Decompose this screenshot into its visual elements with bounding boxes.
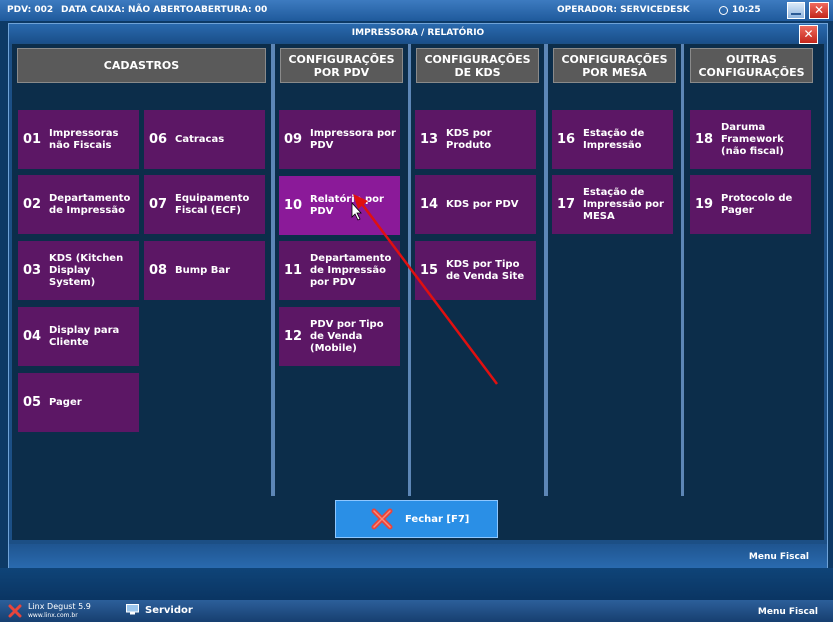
tile-number: 05 <box>23 395 42 410</box>
tile-number: 03 <box>23 263 42 278</box>
tile-number: 01 <box>23 132 42 147</box>
impressora-relatorio-dialog: IMPRESSORA / RELATÓRIO ✕ CADASTROS CONFI… <box>8 23 828 570</box>
tile-number: 11 <box>284 263 303 278</box>
config-grid: CADASTROS CONFIGURAÇÕES POR PDV CONFIGUR… <box>12 44 824 514</box>
dialog-footer: Menu Fiscal <box>9 544 827 569</box>
tile-departamento-por-pdv[interactable]: 11 Departamento de Impressão por PDV <box>279 241 400 300</box>
taskbar-menu-fiscal[interactable]: Menu Fiscal <box>758 607 818 617</box>
tile-number: 12 <box>284 329 303 344</box>
window-close-button[interactable]: ✕ <box>809 2 829 19</box>
tile-number: 16 <box>557 132 576 147</box>
tile-kds-por-produto[interactable]: 13 KDS por Produto <box>415 110 536 169</box>
tile-kds-por-pdv[interactable]: 14 KDS por PDV <box>415 175 536 234</box>
dialog-close-button[interactable]: ✕ <box>799 25 818 44</box>
tile-label: Pager <box>49 396 82 408</box>
tile-label: KDS por Tipo de Venda Site <box>446 258 525 282</box>
status-bar: PDV: 002 DATA CAIXA: NÃO ABERTO ABERTURA… <box>0 0 833 21</box>
app-name: Linx Degust 5.9 <box>28 602 91 611</box>
column-header-cadastros: CADASTROS <box>17 48 266 83</box>
tile-number: 10 <box>284 198 303 213</box>
clock-time: 10:25 <box>732 5 761 15</box>
tile-bump-bar[interactable]: 08 Bump Bar <box>144 241 265 300</box>
tile-number: 15 <box>420 263 439 278</box>
tile-relatorio-por-pdv[interactable]: 10 Relatório por PDV <box>279 176 400 235</box>
tile-label: Relatório por PDV <box>310 193 384 217</box>
tile-label: Equipamento Fiscal (ECF) <box>175 192 250 216</box>
tile-number: 14 <box>420 197 439 212</box>
clock-icon <box>719 6 728 15</box>
servidor-button[interactable]: Servidor <box>145 605 193 616</box>
tile-daruma-framework[interactable]: 18 Daruma Framework (não fiscal) <box>690 110 811 169</box>
tile-kds[interactable]: 03 KDS (Kitchen Display System) <box>18 241 139 300</box>
menu-fiscal-link[interactable]: Menu Fiscal <box>749 552 809 562</box>
data-caixa-status: DATA CAIXA: NÃO ABERTO <box>61 5 194 15</box>
tile-number: 07 <box>149 197 168 212</box>
tile-label: Impressoras não Fiscais <box>49 127 119 151</box>
column-header-outras: OUTRAS CONFIGURAÇÕES <box>690 48 813 83</box>
column-header-config-kds: CONFIGURAÇÕES DE KDS <box>416 48 539 83</box>
tile-label: Impressora por PDV <box>310 127 396 151</box>
tile-label: KDS por PDV <box>446 198 519 210</box>
tile-estacao-por-mesa[interactable]: 17 Estação de Impressão por MESA <box>552 175 673 234</box>
tile-label: PDV por Tipo de Venda (Mobile) <box>310 318 384 354</box>
tile-number: 09 <box>284 132 303 147</box>
tile-label: Protocolo de Pager <box>721 192 793 216</box>
fechar-button[interactable]: Fechar [F7] <box>335 500 498 538</box>
tile-label: Estação de Impressão <box>583 127 645 151</box>
monitor-icon <box>126 604 139 615</box>
tile-label: KDS (Kitchen Display System) <box>49 252 124 288</box>
tile-number: 19 <box>695 197 714 212</box>
tile-number: 18 <box>695 132 714 147</box>
tile-kds-por-tipo-venda[interactable]: 15 KDS por Tipo de Venda Site <box>415 241 536 300</box>
fechar-x-icon <box>371 508 393 530</box>
linx-logo-icon <box>8 604 22 618</box>
tile-number: 08 <box>149 263 168 278</box>
tile-estacao-impressao[interactable]: 16 Estação de Impressão <box>552 110 673 169</box>
tile-catracas[interactable]: 06 Catracas <box>144 110 265 169</box>
pdv-number: PDV: 002 <box>7 5 54 15</box>
tile-number: 13 <box>420 132 439 147</box>
tile-equipamento-fiscal[interactable]: 07 Equipamento Fiscal (ECF) <box>144 175 265 234</box>
tile-label: Catracas <box>175 133 225 145</box>
minimize-button[interactable] <box>787 2 805 19</box>
tile-number: 04 <box>23 329 42 344</box>
tile-number: 17 <box>557 197 576 212</box>
tile-protocolo-pager[interactable]: 19 Protocolo de Pager <box>690 175 811 234</box>
column-header-config-mesa: CONFIGURAÇÕES POR MESA <box>553 48 676 83</box>
tile-departamento-impressao[interactable]: 02 Departamento de Impressão <box>18 175 139 234</box>
operator-name: OPERADOR: SERVICEDESK <box>557 5 690 15</box>
tile-label: Departamento de Impressão <box>49 192 131 216</box>
taskbar: Linx Degust 5.9 www.linx.com.br Servidor… <box>0 600 833 622</box>
desktop-background <box>0 568 833 600</box>
tile-impressora-por-pdv[interactable]: 09 Impressora por PDV <box>279 110 400 169</box>
column-header-config-pdv: CONFIGURAÇÕES POR PDV <box>280 48 403 83</box>
tile-label: Departamento de Impressão por PDV <box>310 252 392 288</box>
tile-display-cliente[interactable]: 04 Display para Cliente <box>18 307 139 366</box>
tile-number: 06 <box>149 132 168 147</box>
tile-pager[interactable]: 05 Pager <box>18 373 139 432</box>
tile-label: KDS por Produto <box>446 127 492 151</box>
tile-number: 02 <box>23 197 42 212</box>
app-url: www.linx.com.br <box>28 612 78 619</box>
tile-pdv-por-tipo-venda[interactable]: 12 PDV por Tipo de Venda (Mobile) <box>279 307 400 366</box>
dialog-title: IMPRESSORA / RELATÓRIO <box>9 24 827 43</box>
tile-label: Estação de Impressão por MESA <box>583 186 664 222</box>
tile-label: Daruma Framework (não fiscal) <box>721 121 784 157</box>
tile-impressoras-nao-fiscais[interactable]: 01 Impressoras não Fiscais <box>18 110 139 169</box>
tile-label: Display para Cliente <box>49 324 120 348</box>
tile-label: Bump Bar <box>175 264 231 276</box>
abertura-status: ABERTURA: 00 <box>194 5 268 15</box>
fechar-label: Fechar [F7] <box>405 513 470 525</box>
